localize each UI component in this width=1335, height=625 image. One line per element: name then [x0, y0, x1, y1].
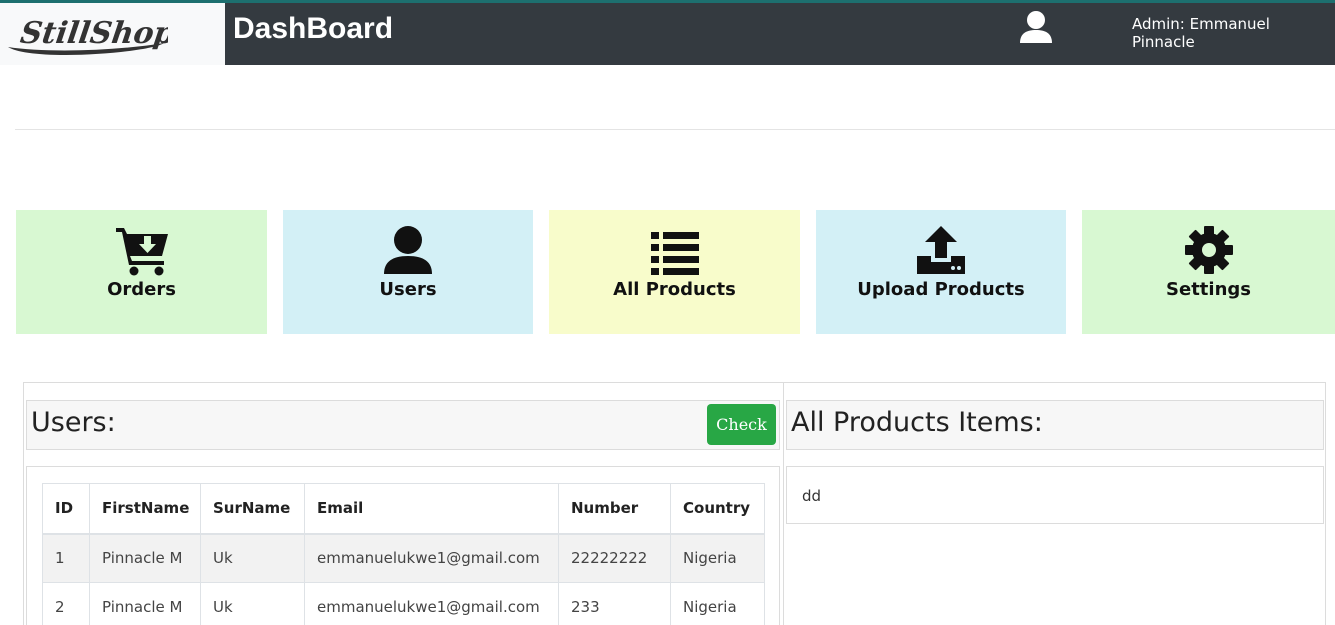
tile-label: Orders — [107, 279, 176, 300]
list-icon — [549, 224, 800, 276]
logo-image: StillShop — [8, 16, 168, 55]
column-header-surname: SurName — [200, 483, 305, 535]
tile-label: Users — [379, 279, 437, 300]
users-table: ID FirstName SurName Email Number Countr… — [42, 483, 765, 625]
table-cell: emmanuelukwe1@gmail.com — [304, 533, 559, 583]
column-header-number: Number — [558, 483, 671, 535]
table-cell: Pinnacle M — [89, 582, 201, 625]
tile-upload-products[interactable]: Upload Products — [816, 210, 1066, 334]
table-cell: 1 — [42, 533, 90, 583]
products-body-text: dd — [802, 487, 822, 505]
table-cell: Pinnacle M — [89, 533, 201, 583]
table-cell: 22222222 — [558, 533, 671, 583]
column-header-email: Email — [304, 483, 559, 535]
divider — [15, 129, 1335, 130]
upload-icon — [816, 224, 1066, 276]
column-header-country: Country — [670, 483, 765, 535]
products-panel-header: All Products Items: — [786, 400, 1324, 450]
admin-name: Admin: Emmanuel Pinnacle — [1132, 15, 1270, 51]
table-header-row: ID FirstName SurName Email Number Countr… — [42, 483, 765, 535]
check-button[interactable]: Check — [707, 404, 776, 445]
table-row: 1 Pinnacle M Uk emmanuelukwe1@gmail.com … — [42, 533, 765, 583]
tile-all-products[interactable]: All Products — [549, 210, 800, 334]
table-cell: Uk — [200, 533, 305, 583]
tile-label: Settings — [1166, 279, 1251, 300]
column-header-id: ID — [42, 483, 90, 535]
page-title: DashBoard — [233, 12, 394, 45]
tile-settings[interactable]: Settings — [1082, 210, 1335, 334]
cart-download-icon — [16, 224, 267, 276]
gear-icon — [1082, 224, 1335, 276]
table-cell: Uk — [200, 582, 305, 625]
table-cell: 2 — [42, 582, 90, 625]
tile-label: All Products — [613, 279, 736, 300]
column-header-firstname: FirstName — [89, 483, 201, 535]
tile-label: Upload Products — [857, 279, 1025, 300]
user-icon — [283, 224, 533, 276]
table-cell: emmanuelukwe1@gmail.com — [304, 582, 559, 625]
logo[interactable]: StillShop — [0, 3, 225, 65]
products-panel-body — [786, 466, 1324, 524]
user-icon[interactable] — [1018, 9, 1054, 49]
products-panel-title: All Products Items: — [791, 407, 1043, 438]
users-panel-header: Users: — [26, 400, 780, 450]
table-row: 2 Pinnacle M Uk emmanuelukwe1@gmail.com … — [42, 582, 765, 625]
table-cell: Nigeria — [670, 533, 765, 583]
users-panel-title: Users: — [31, 407, 116, 438]
tile-users[interactable]: Users — [283, 210, 533, 334]
table-cell: 233 — [558, 582, 671, 625]
tile-orders[interactable]: Orders — [16, 210, 267, 334]
table-cell: Nigeria — [670, 582, 765, 625]
